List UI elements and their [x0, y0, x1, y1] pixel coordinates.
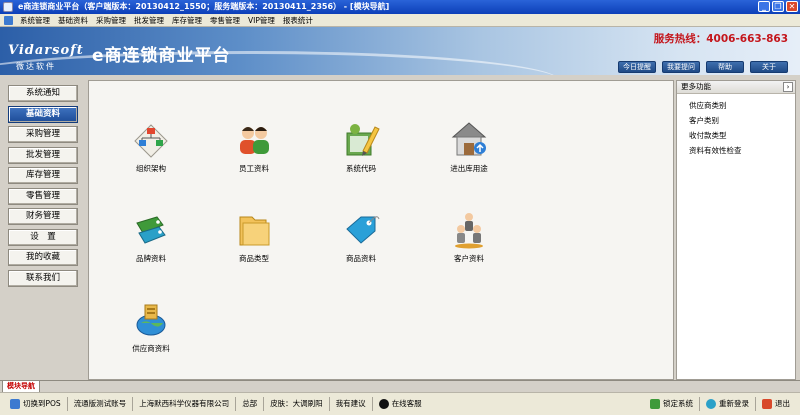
- chevron-right-icon[interactable]: ›: [783, 82, 793, 92]
- platform-title: e商连锁商业平台: [92, 46, 231, 66]
- module-label: 供应商资料: [132, 344, 170, 353]
- nav-wholesale[interactable]: 批发管理: [8, 146, 78, 164]
- skin-selector[interactable]: 皮肤：大调刷阳: [264, 397, 330, 411]
- exit-icon: [762, 399, 772, 409]
- module-label: 组织架构: [136, 164, 166, 173]
- account-name: 流通版测试账号: [68, 397, 134, 411]
- folder-icon: [234, 209, 274, 249]
- close-button[interactable]: ✕: [786, 1, 798, 12]
- status-bar: 切换到POS 流通版测试账号 上海默西科学仪器有限公司 总部 皮肤：大调刷阳 我…: [0, 392, 800, 415]
- relogin-button[interactable]: 重新登录: [700, 397, 756, 411]
- more-item-data-validity-check[interactable]: 资料有效性检查: [689, 143, 795, 158]
- module-suppliers[interactable]: 供应商资料: [111, 299, 191, 354]
- menu-app-icon: [4, 15, 13, 25]
- exit-button[interactable]: 退出: [756, 397, 796, 411]
- module-label: 系统代码: [346, 164, 376, 173]
- ask-question-button[interactable]: 我要提问: [662, 61, 700, 73]
- nav-retail[interactable]: 零售管理: [8, 187, 78, 205]
- more-functions-title: 更多功能: [681, 82, 711, 91]
- brand-tags-icon: [131, 209, 171, 249]
- module-org-structure[interactable]: 组织架构: [111, 119, 191, 174]
- module-label: 商品类型: [239, 254, 269, 263]
- switch-to-pos-button[interactable]: 切换到POS: [4, 397, 68, 411]
- price-tag-icon: [341, 209, 381, 249]
- service-hotline: 服务热线：4006-663-863: [653, 33, 788, 45]
- menu-vip[interactable]: VIP管理: [244, 15, 279, 26]
- nav-basic-data[interactable]: 基础资料: [8, 105, 78, 123]
- supplier-globe-icon: [131, 299, 171, 339]
- lock-system-button[interactable]: 锁定系统: [644, 397, 700, 411]
- menu-retail[interactable]: 零售管理: [206, 15, 244, 26]
- employees-icon: [234, 119, 274, 159]
- nav-finance[interactable]: 财务管理: [8, 208, 78, 225]
- online-support-button[interactable]: 在线客服: [373, 397, 428, 411]
- more-item-customer-category[interactable]: 客户类别: [689, 113, 795, 128]
- qq-icon: [378, 399, 389, 409]
- app-icon: [3, 2, 13, 12]
- module-employees[interactable]: 员工资料: [214, 119, 294, 174]
- today-reminder-button[interactable]: 今日提醒: [618, 61, 656, 73]
- module-system-code[interactable]: 系统代码: [321, 119, 401, 174]
- more-functions-panel: 更多功能 › 供应商类别 客户类别 收付款类型 资料有效性检查: [676, 80, 796, 380]
- refresh-icon: [706, 399, 716, 409]
- nav-settings[interactable]: 设 置: [8, 228, 78, 246]
- module-products[interactable]: 商品资料: [321, 209, 401, 264]
- more-item-supplier-category[interactable]: 供应商类别: [689, 98, 795, 113]
- more-functions-header: 更多功能 ›: [677, 81, 795, 94]
- minimize-button[interactable]: _: [758, 1, 770, 12]
- menu-inventory[interactable]: 库存管理: [168, 15, 206, 26]
- help-button[interactable]: 帮助: [706, 61, 744, 73]
- module-label: 商品资料: [346, 254, 376, 263]
- system-code-icon: [341, 119, 381, 159]
- module-label: 进出库用途: [450, 164, 488, 173]
- menu-wholesale[interactable]: 批发管理: [130, 15, 168, 26]
- org-chart-icon: [131, 119, 171, 159]
- nav-purchase[interactable]: 采购管理: [8, 126, 78, 143]
- header-banner: Vidarsoft 微达软件 e商连锁商业平台 服务热线：4006-663-86…: [0, 27, 800, 75]
- suggestion-button[interactable]: 我有建议: [330, 397, 373, 411]
- about-button[interactable]: 关于: [750, 61, 788, 73]
- menu-reports[interactable]: 报表统计: [279, 15, 317, 26]
- module-label: 客户资料: [454, 254, 484, 263]
- module-navigation-panel: 组织架构 员工资料 系统代码 进出库用途 品牌资料 商品类型 商品资料 客户资料…: [88, 80, 674, 380]
- nav-contact-us[interactable]: 联系我们: [8, 269, 78, 287]
- menu-purchase[interactable]: 采购管理: [92, 15, 130, 26]
- nav-system-notice[interactable]: 系统通知: [8, 85, 78, 102]
- logo: Vidarsoft: [8, 43, 84, 58]
- company-name: 上海默西科学仪器有限公司: [133, 397, 237, 411]
- nav-favorites[interactable]: 我的收藏: [8, 249, 78, 266]
- module-customers[interactable]: 客户资料: [429, 209, 509, 264]
- module-label: 品牌资料: [136, 254, 166, 263]
- warehouse-icon: [449, 119, 489, 159]
- logo-subtitle: 微达软件: [16, 62, 56, 71]
- menu-basic-data[interactable]: 基础资料: [54, 15, 92, 26]
- window-title: e商连锁商业平台（客户端版本：20130412_1550；服务端版本：20130…: [18, 2, 390, 11]
- module-product-types[interactable]: 商品类型: [214, 209, 294, 264]
- title-bar: e商连锁商业平台（客户端版本：20130412_1550；服务端版本：20130…: [0, 0, 800, 14]
- branch-name: 总部: [236, 397, 265, 411]
- menu-system[interactable]: 系统管理: [16, 15, 54, 26]
- left-navigation: 系统通知 基础资料 采购管理 批发管理 库存管理 零售管理 财务管理 设 置 我…: [0, 75, 86, 380]
- tab-strip: 模块导航: [0, 380, 800, 393]
- module-brands[interactable]: 品牌资料: [111, 209, 191, 264]
- module-warehouse-usage[interactable]: 进出库用途: [429, 119, 509, 174]
- module-label: 员工资料: [239, 164, 269, 173]
- more-item-payment-type[interactable]: 收付款类型: [689, 128, 795, 143]
- customers-icon: [449, 209, 489, 249]
- pos-icon: [10, 399, 20, 409]
- restore-button[interactable]: ❐: [772, 1, 784, 12]
- lock-icon: [650, 399, 660, 409]
- nav-inventory[interactable]: 库存管理: [8, 167, 78, 184]
- menu-bar: 系统管理 基础资料 采购管理 批发管理 库存管理 零售管理 VIP管理 报表统计: [0, 14, 800, 27]
